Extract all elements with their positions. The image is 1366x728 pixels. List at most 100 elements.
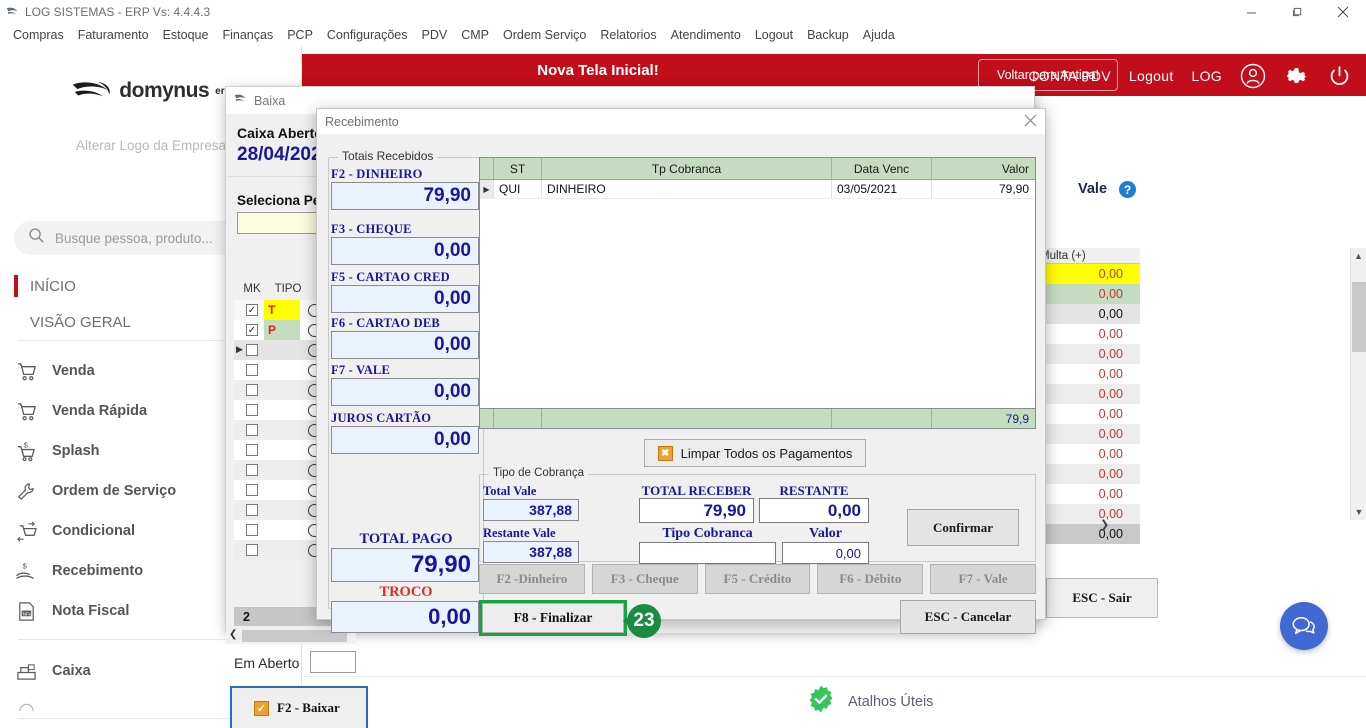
row-checkbox[interactable]	[246, 384, 258, 396]
log-link[interactable]: LOG	[1192, 68, 1222, 84]
scroll-up-icon[interactable]: ▲	[1351, 248, 1366, 264]
troco-label: TROCO	[379, 584, 433, 600]
confirmar-button[interactable]: Confirmar	[907, 509, 1019, 546]
row-checkbox[interactable]	[246, 404, 258, 416]
row-checkbox[interactable]	[246, 504, 258, 516]
esc-sair-button[interactable]: ESC - Sair	[1046, 578, 1158, 618]
chat-bubble-icon[interactable]	[1280, 602, 1328, 650]
cell-tp-cobranca: DINHEIRO	[542, 180, 832, 198]
col-st[interactable]: ST	[494, 158, 542, 179]
sidebar-item-label: Nota Fiscal	[52, 603, 130, 619]
f6-debito-button[interactable]: F6 - Débito	[817, 564, 924, 594]
row-checkbox[interactable]	[246, 424, 258, 436]
f5-credito-button[interactable]: F5 - Crédito	[704, 564, 811, 594]
menu-financas[interactable]: Finanças	[215, 28, 280, 42]
col-valor[interactable]: Valor	[932, 158, 1035, 179]
f6-cartao-deb-value[interactable]: 0,00	[331, 331, 479, 359]
row-checkbox[interactable]: ✓	[246, 304, 258, 316]
scroll-left-icon[interactable]: ❮	[229, 629, 237, 640]
juros-cartao-value[interactable]: 0,00	[331, 426, 479, 454]
f2-baixar-button[interactable]: ✓ F2 - Baixar	[230, 686, 368, 728]
caixa-aberto-label: Caixa Aberto	[237, 125, 323, 141]
row-checkbox[interactable]: ✓	[246, 324, 258, 336]
row-checkbox[interactable]	[246, 444, 258, 456]
conta-pdv-link[interactable]: CONTA PDV	[1028, 68, 1111, 84]
f7-vale-value[interactable]: 0,00	[331, 378, 479, 406]
user-circle-icon[interactable]	[1240, 63, 1266, 89]
f8-finalizar-button[interactable]: F8 - Finalizar	[482, 603, 624, 633]
col-marker	[480, 158, 494, 179]
row-tipo	[264, 480, 300, 500]
col-tp-cobranca[interactable]: Tp Cobranca	[542, 158, 832, 179]
sidebar-item-label: Venda Rápida	[52, 403, 148, 419]
col-mk: MK	[243, 283, 261, 295]
col-data-venc[interactable]: Data Venc	[832, 158, 932, 179]
row-checkbox[interactable]	[246, 364, 258, 376]
total-pago-value: 79,90	[331, 548, 479, 582]
row-checkbox[interactable]	[246, 464, 258, 476]
close-button[interactable]	[1320, 0, 1366, 24]
multa-cell: 0,00	[1037, 504, 1140, 524]
close-icon[interactable]	[1024, 114, 1037, 130]
power-icon[interactable]	[1327, 64, 1352, 89]
row-checkbox[interactable]	[246, 544, 258, 556]
menu-faturamento[interactable]: Faturamento	[71, 28, 156, 42]
row-tipo: P	[264, 320, 300, 340]
row-checkbox[interactable]	[246, 484, 258, 496]
f3-cheque-button[interactable]: F3 - Cheque	[591, 564, 698, 594]
juros-cartao-label: JUROS CARTÃO	[331, 411, 432, 425]
menu-ordem-servico[interactable]: Ordem Serviço	[496, 28, 593, 42]
valor-input[interactable]: 0,00	[782, 542, 869, 564]
esc-cancelar-button[interactable]: ESC - Cancelar	[900, 600, 1036, 634]
cart-fast-icon	[0, 401, 52, 422]
vertical-scrollbar[interactable]: ▲ ▼	[1350, 248, 1366, 520]
atalhos-uteis[interactable]: Atalhos Úteis	[806, 684, 933, 719]
x-orange-icon: ✖	[657, 445, 673, 461]
multa-cell: 0,00	[1037, 344, 1140, 364]
menu-backup[interactable]: Backup	[800, 28, 856, 42]
row-marker: ▶	[236, 344, 243, 354]
sidebar-item-label: VISÃO GERAL	[30, 313, 131, 331]
f7-vale-button[interactable]: F7 - Vale	[930, 564, 1036, 594]
main-menubar: Compras Faturamento Estoque Finanças PCP…	[0, 24, 1366, 46]
maximize-button[interactable]	[1274, 0, 1320, 24]
f5-cartao-cred-value[interactable]: 0,00	[331, 285, 479, 313]
search-placeholder: Busque pessoa, produto...	[55, 230, 213, 246]
row-tipo	[264, 380, 300, 400]
menu-pcp[interactable]: PCP	[280, 28, 320, 42]
f2-dinheiro-value[interactable]: 79,90	[331, 182, 479, 210]
menu-ajuda[interactable]: Ajuda	[856, 28, 902, 42]
restante-vale-label: Restante Vale	[483, 526, 556, 540]
minimize-button[interactable]	[1228, 0, 1274, 24]
menu-compras[interactable]: Compras	[6, 28, 71, 42]
tipo-cobranca-input[interactable]	[639, 542, 776, 564]
limpar-pagamentos-button[interactable]: ✖ Limpar Todos os Pagamentos	[644, 439, 866, 467]
menu-atendimento[interactable]: Atendimento	[664, 28, 748, 42]
new-screen-banner: Nova Tela Inicial!	[537, 62, 659, 79]
cart-arrow-icon	[0, 521, 52, 542]
help-icon[interactable]: ?	[1119, 181, 1136, 198]
gear-icon[interactable]	[1284, 64, 1309, 89]
logout-link[interactable]: Logout	[1129, 68, 1174, 84]
menu-relatorios[interactable]: Relatorios	[593, 28, 663, 42]
scrollbar-thumb[interactable]	[1352, 282, 1366, 352]
scroll-down-icon[interactable]: ▼	[1351, 504, 1366, 520]
row-checkbox[interactable]	[246, 344, 258, 356]
menu-estoque[interactable]: Estoque	[156, 28, 216, 42]
menu-configuracoes[interactable]: Configurações	[320, 28, 415, 42]
scroll-right-icon[interactable]: ❯	[1100, 518, 1109, 531]
payments-grid-header: ST Tp Cobranca Data Venc Valor	[480, 158, 1035, 180]
table-row[interactable]: ▶ QUI DINHEIRO 03/05/2021 79,90	[480, 180, 1035, 199]
svg-text:$: $	[23, 441, 28, 450]
menu-cmp[interactable]: CMP	[454, 28, 496, 42]
search-icon	[28, 227, 45, 249]
menu-pdv[interactable]: PDV	[415, 28, 455, 42]
em-aberto-input[interactable]	[310, 651, 356, 673]
total-pago-label: TOTAL PAGO	[359, 531, 453, 547]
menu-logout[interactable]: Logout	[748, 28, 800, 42]
f3-cheque-value[interactable]: 0,00	[331, 237, 479, 265]
row-checkbox[interactable]	[246, 524, 258, 536]
recebimento-body: Totais Recebidos F2 - DINHEIRO 79,90 F3 …	[317, 134, 1045, 638]
f2-dinheiro-button[interactable]: F2 -Dinheiro	[479, 564, 585, 594]
row-tipo	[264, 420, 300, 440]
